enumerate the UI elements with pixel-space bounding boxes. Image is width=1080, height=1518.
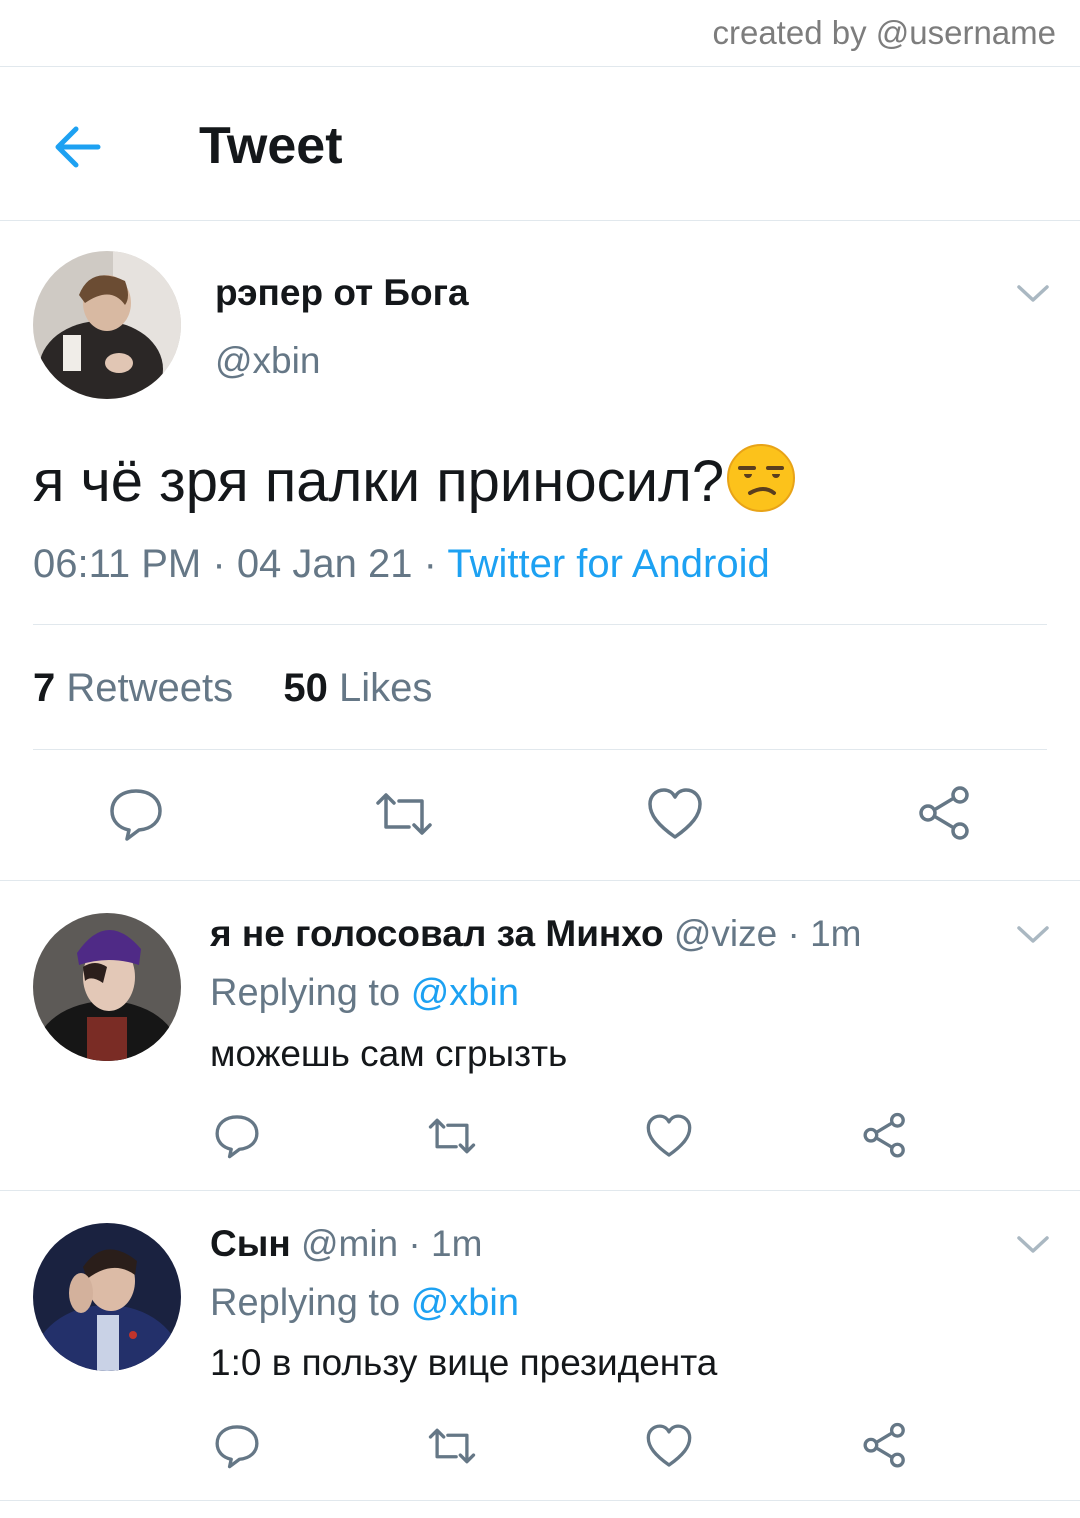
avatar[interactable]	[33, 1223, 181, 1371]
likes-count: 50	[283, 666, 328, 710]
divider	[0, 1500, 1080, 1501]
tweet-stats: 7 Retweets 50 Likes	[33, 666, 432, 711]
reply-age: 1m	[431, 1223, 483, 1264]
chevron-down-icon[interactable]	[1016, 1234, 1050, 1256]
author-display-name[interactable]: рэпер от Бога	[215, 272, 469, 314]
tweet-text-body: я чё зря палки приносил?	[33, 449, 725, 514]
likes-label: Likes	[339, 666, 433, 710]
reply-header: Сын @min · 1m	[210, 1223, 482, 1265]
replying-to: Replying to @xbin	[210, 972, 519, 1015]
divider	[0, 66, 1080, 67]
tweet-time: 06:11 PM	[33, 542, 202, 586]
chevron-down-icon[interactable]	[1016, 924, 1050, 946]
replying-to-handle-link[interactable]: @xbin	[411, 972, 519, 1014]
retweet-icon[interactable]	[375, 785, 433, 843]
divider	[0, 880, 1080, 881]
likes-stat[interactable]: 50 Likes	[283, 666, 432, 710]
separator: ·	[423, 542, 448, 586]
reply-text: можешь сам сгрызть	[210, 1033, 568, 1074]
reply-header: я не голосовал за Минхо @vize · 1m	[210, 913, 861, 955]
tweet-text: я чё зря палки приносил?	[33, 443, 796, 515]
reply-text: 1:0 в пользу вице президента	[210, 1342, 718, 1383]
share-icon[interactable]	[916, 785, 974, 843]
reply-handle[interactable]: @min	[301, 1223, 398, 1264]
heart-icon[interactable]	[645, 1112, 693, 1160]
reply-display-name[interactable]: я не голосовал за Минхо	[210, 913, 664, 954]
heart-icon[interactable]	[645, 1422, 693, 1470]
avatar[interactable]	[33, 251, 181, 399]
divider	[0, 1190, 1080, 1191]
separator: ·	[408, 1223, 421, 1264]
divider	[0, 220, 1080, 221]
chevron-down-icon[interactable]	[1016, 283, 1050, 305]
reply-age: 1m	[810, 913, 862, 954]
retweet-icon[interactable]	[428, 1422, 476, 1470]
replying-to-label: Replying to	[210, 972, 401, 1014]
separator: ·	[212, 542, 237, 586]
divider	[33, 749, 1047, 750]
reply-icon[interactable]	[213, 1422, 261, 1470]
replying-to-handle-link[interactable]: @xbin	[411, 1282, 519, 1324]
divider	[33, 624, 1047, 625]
replying-to: Replying to @xbin	[210, 1282, 519, 1325]
avatar[interactable]	[33, 913, 181, 1061]
tweet-meta: 06:11 PM · 04 Jan 21 · Twitter for Andro…	[33, 542, 770, 587]
reply-icon[interactable]	[213, 1112, 261, 1160]
unamused-face-emoji-icon	[726, 443, 796, 513]
tweet-source-link[interactable]: Twitter for Android	[447, 542, 769, 586]
replying-to-label: Replying to	[210, 1282, 401, 1324]
tweet-date: 04 Jan 21	[236, 542, 413, 586]
reply-icon[interactable]	[107, 785, 165, 843]
retweets-stat[interactable]: 7 Retweets	[33, 666, 233, 710]
page-title: Tweet	[199, 117, 343, 175]
share-icon[interactable]	[861, 1112, 909, 1160]
heart-icon[interactable]	[646, 785, 704, 843]
share-icon[interactable]	[861, 1422, 909, 1470]
separator: ·	[787, 913, 800, 954]
author-handle[interactable]: @xbin	[215, 340, 320, 382]
reply-display-name[interactable]: Сын	[210, 1223, 291, 1264]
retweets-count: 7	[33, 666, 56, 710]
credit-text: created by @username	[712, 14, 1056, 51]
reply-handle[interactable]: @vize	[674, 913, 777, 954]
retweet-icon[interactable]	[428, 1112, 476, 1160]
back-arrow-icon[interactable]	[50, 120, 104, 174]
retweets-label: Retweets	[66, 666, 234, 710]
